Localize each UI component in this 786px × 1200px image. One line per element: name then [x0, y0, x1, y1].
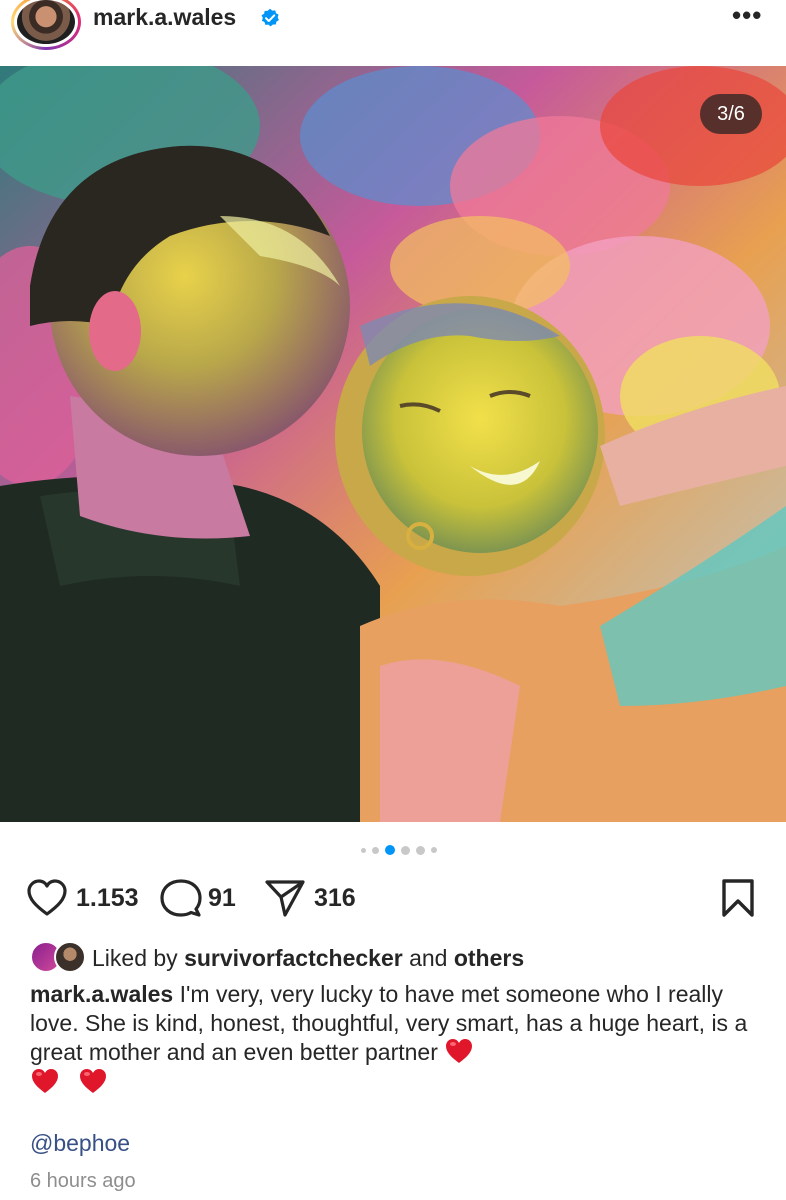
bookmark-icon[interactable] — [720, 878, 756, 918]
avatar-image — [17, 0, 75, 44]
liked-by-others[interactable]: others — [454, 945, 524, 972]
carousel-dot — [372, 846, 379, 854]
carousel-dots — [0, 838, 786, 862]
comments-count[interactable]: 91 — [208, 884, 236, 913]
caption-hearts — [30, 1067, 750, 1097]
carousel-dot — [401, 845, 410, 855]
likes-count[interactable]: 1.153 — [76, 884, 139, 913]
post-header: mark.a.wales ••• — [0, 0, 786, 66]
carousel-dot — [416, 845, 425, 855]
red-heart-emoji — [30, 1067, 60, 1095]
comment-icon[interactable] — [160, 878, 202, 918]
liked-by: Liked by survivorfactchecker and others — [30, 940, 524, 976]
liker-avatar — [54, 941, 86, 973]
post-timestamp: 6 hours ago — [30, 1170, 136, 1192]
liked-by-user[interactable]: survivorfactchecker — [184, 945, 403, 972]
comment-action[interactable]: 91 — [160, 870, 236, 926]
liked-by-and: and — [409, 944, 448, 971]
carousel-dot-active — [385, 845, 395, 855]
caption-username[interactable]: mark.a.wales — [30, 981, 173, 1007]
heart-icon[interactable] — [26, 879, 68, 917]
liked-by-prefix: Liked by — [92, 944, 178, 971]
caption-mention[interactable]: @bephoe — [30, 1130, 130, 1157]
carousel-dot — [431, 847, 437, 853]
shares-count[interactable]: 316 — [314, 884, 356, 913]
profile-avatar[interactable] — [11, 0, 81, 50]
save-action[interactable] — [720, 870, 756, 926]
share-action[interactable]: 316 — [264, 870, 356, 926]
action-bar: 1.153 91 316 — [0, 870, 786, 926]
photo-illustration — [0, 66, 786, 822]
red-heart-emoji — [78, 1067, 108, 1095]
post-photo[interactable] — [0, 66, 786, 822]
verified-badge-icon — [261, 8, 279, 27]
like-action[interactable]: 1.153 — [26, 870, 139, 926]
carousel-dot — [361, 847, 366, 853]
post-username[interactable]: mark.a.wales — [93, 4, 236, 31]
red-heart-emoji — [444, 1037, 474, 1065]
liked-by-avatars[interactable] — [30, 941, 88, 975]
share-icon[interactable] — [264, 878, 306, 918]
image-counter: 3/6 — [700, 94, 762, 134]
more-options-icon[interactable]: ••• — [732, 2, 762, 28]
post-caption: mark.a.wales I'm very, very lucky to hav… — [30, 980, 750, 1096]
